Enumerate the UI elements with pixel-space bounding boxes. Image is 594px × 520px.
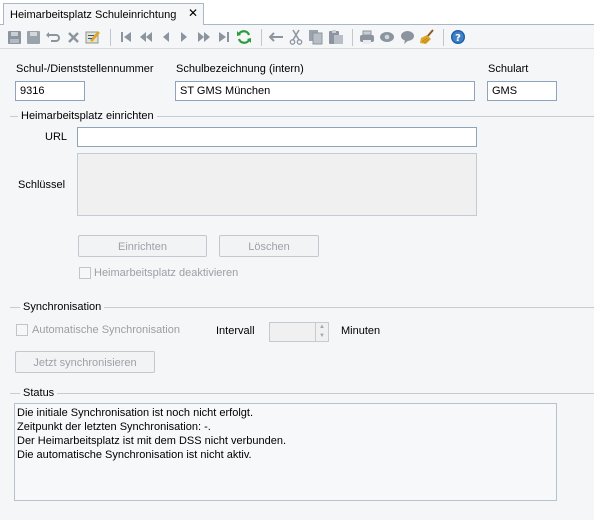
next-page-icon[interactable] [196, 29, 212, 45]
school-name-label: Schulbezeichnung (intern) [176, 63, 304, 75]
sync-group-title: Synchronisation [20, 301, 105, 313]
key-textarea[interactable] [77, 153, 477, 216]
first-record-icon[interactable] [118, 29, 134, 45]
svg-text:?: ? [455, 33, 461, 44]
spin-up-icon[interactable]: ▲ [316, 323, 328, 332]
interval-label: Intervall [216, 325, 255, 337]
url-input[interactable] [77, 127, 477, 147]
tab-heimarbeitsplatz[interactable]: Heimarbeitsplatz Schuleinrichtung ✕ [3, 3, 204, 25]
clean-icon[interactable] [419, 29, 435, 45]
paste-icon[interactable] [328, 29, 344, 45]
interval-input[interactable] [269, 322, 316, 342]
previous-page-icon[interactable] [138, 29, 154, 45]
deactivate-label: Heimarbeitsplatz deaktivieren [94, 267, 239, 279]
refresh-icon[interactable] [236, 29, 252, 45]
status-group-title: Status [20, 387, 58, 399]
status-group-line [10, 393, 594, 394]
copy-icon[interactable] [308, 29, 324, 45]
close-icon[interactable]: ✕ [188, 6, 198, 20]
delete-button[interactable]: Löschen [219, 235, 319, 257]
status-line: Zeitpunkt der letzten Synchronisation: -… [17, 421, 211, 433]
spin-down-icon[interactable]: ▼ [316, 332, 328, 341]
status-line: Die initiale Synchronisation ist noch ni… [17, 407, 254, 419]
auto-sync-label: Automatische Synchronisation [32, 324, 180, 336]
deactivate-checkbox[interactable] [79, 267, 91, 279]
school-name-field[interactable]: ST GMS München [175, 81, 475, 101]
school-number-label: Schul-/Dienststellennummer [16, 63, 154, 75]
status-line: Der Heimarbeitsplatz ist mit dem DSS nic… [17, 435, 286, 447]
cut-icon[interactable] [288, 29, 304, 45]
save-all-icon[interactable] [6, 29, 22, 45]
tab-title: Heimarbeitsplatz Schuleinrichtung [10, 9, 177, 21]
print-icon[interactable] [359, 29, 375, 45]
setup-button[interactable]: Einrichten [78, 235, 207, 257]
back-icon[interactable] [268, 29, 284, 45]
auto-sync-checkbox[interactable] [16, 324, 28, 336]
url-label: URL [45, 131, 68, 143]
help-icon[interactable]: ? [450, 29, 466, 45]
comment-icon[interactable] [399, 29, 415, 45]
previous-record-icon[interactable] [158, 29, 174, 45]
edit-icon[interactable] [85, 29, 101, 45]
toolbar: ? [0, 26, 594, 49]
undo-icon[interactable] [45, 29, 61, 45]
next-record-icon[interactable] [176, 29, 192, 45]
school-number-field[interactable]: 9316 [15, 81, 85, 101]
status-line: Die automatische Synchronisation ist nic… [17, 449, 252, 461]
school-type-label: Schulart [488, 63, 529, 75]
status-text: Die initiale Synchronisation ist noch ni… [14, 403, 557, 501]
sync-now-button[interactable]: Jetzt synchronisieren [15, 351, 155, 373]
delete-icon[interactable] [65, 29, 81, 45]
preview-icon[interactable] [379, 29, 395, 45]
school-type-field[interactable]: GMS [487, 81, 557, 101]
save-icon[interactable] [25, 29, 41, 45]
last-record-icon[interactable] [216, 29, 232, 45]
key-label: Schlüssel [18, 179, 66, 191]
interval-spinner[interactable]: ▲ ▼ [315, 322, 329, 342]
tab-bar: Heimarbeitsplatz Schuleinrichtung ✕ [0, 0, 594, 25]
setup-group-title: Heimarbeitsplatz einrichten [18, 110, 157, 122]
interval-unit-label: Minuten [341, 325, 381, 337]
